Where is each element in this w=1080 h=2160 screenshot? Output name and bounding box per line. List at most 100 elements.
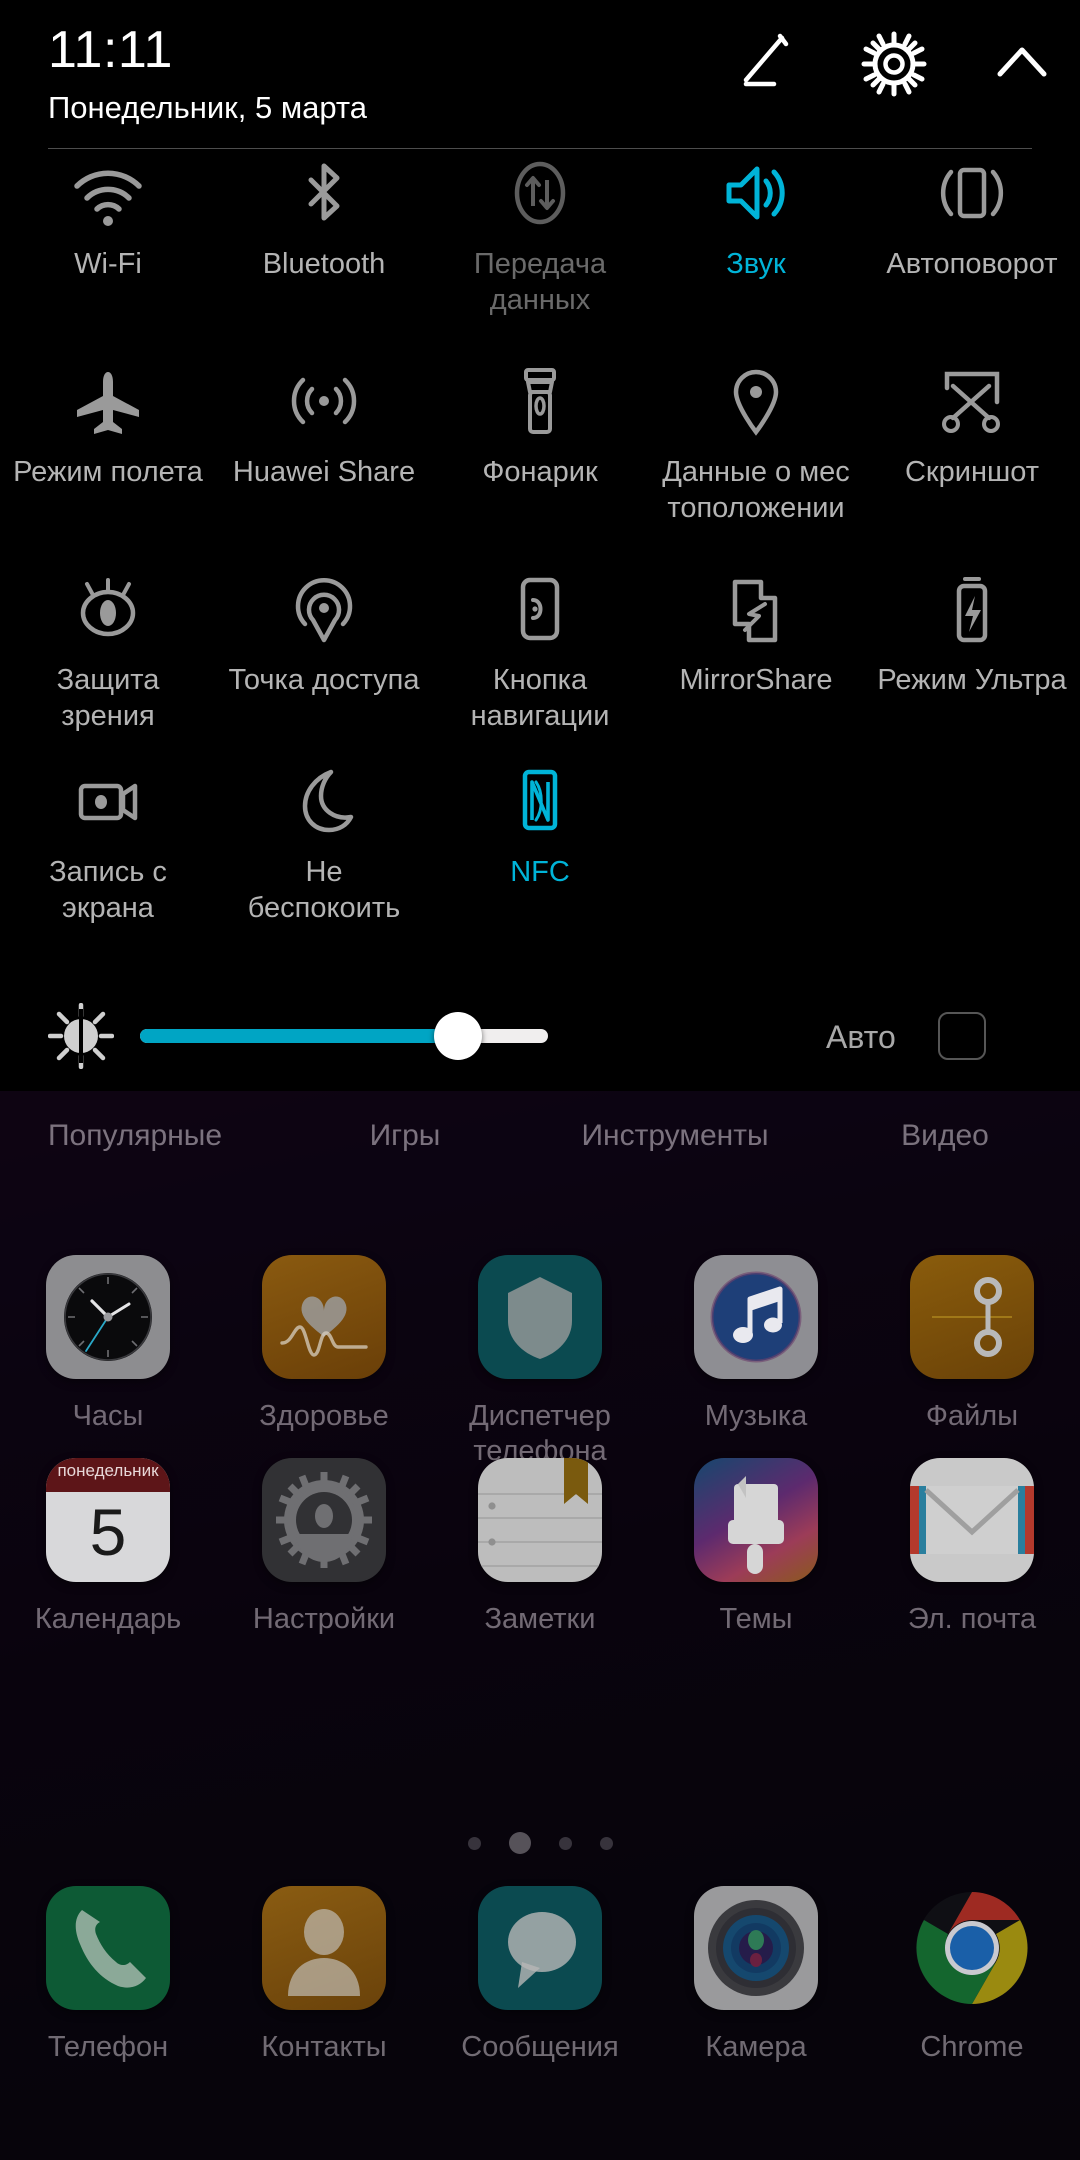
app-label: Контакты <box>261 2031 387 2063</box>
contacts-person-app-icon <box>262 1886 386 2010</box>
brightness-slider-thumb[interactable] <box>434 1012 483 1060</box>
app-label: Музыка <box>704 1400 808 1432</box>
category-tab-popular[interactable]: Популярные <box>0 1118 270 1198</box>
app-item-themes[interactable]: Темы <box>648 1458 864 1637</box>
app-label: Chrome <box>920 2031 1024 2063</box>
quick-tile-label: Режим полета <box>13 456 203 488</box>
header-divider <box>48 148 1032 149</box>
page-dot[interactable] <box>467 1836 481 1850</box>
quick-tile-bluetooth[interactable]: Bluetooth <box>216 152 432 360</box>
dock-item-messages[interactable]: Сообщения <box>432 1886 648 2065</box>
app-grid-row-1: Часы Здоровье Диспетчер телефона Музыка … <box>0 1255 1080 1469</box>
quick-tile-do-not-disturb[interactable]: Не беспокоить <box>216 760 432 952</box>
app-label: Календарь <box>34 1603 182 1635</box>
auto-brightness-label: Авто <box>826 1019 896 1055</box>
quick-tile-eye-comfort[interactable]: Защита зрения <box>0 568 216 760</box>
quick-tile-wifi[interactable]: Wi-Fi <box>0 152 216 360</box>
auto-brightness-checkbox[interactable] <box>938 1012 986 1060</box>
app-label: Камера <box>705 2031 807 2063</box>
app-item-clock[interactable]: Часы <box>0 1255 216 1469</box>
quick-tiles-grid: Wi-Fi Bluetooth Передача данных Звук Авт… <box>0 152 1080 952</box>
eye-comfort-icon <box>65 568 151 654</box>
app-label: Эл. почта <box>907 1603 1037 1635</box>
quick-tile-label: Автоповорот <box>886 248 1058 280</box>
app-item-health[interactable]: Здоровье <box>216 1255 432 1469</box>
phone-handset-app-icon <box>46 1886 170 2010</box>
nfc-icon <box>497 760 583 846</box>
notes-app-icon <box>478 1458 602 1582</box>
quick-tile-auto-rotate[interactable]: Автоповорот <box>864 152 1080 360</box>
quick-tile-empty-slot <box>864 760 1080 952</box>
quick-tile-label: Передача данных <box>473 248 607 316</box>
quick-tile-label: Точка доступа <box>228 664 420 696</box>
app-item-phone-manager[interactable]: Диспетчер телефона <box>432 1255 648 1469</box>
app-item-settings[interactable]: Настройки <box>216 1458 432 1637</box>
app-item-email[interactable]: Эл. почта <box>864 1458 1080 1637</box>
location-pin-icon <box>713 360 799 446</box>
quick-tiles-row-3: Защита зрения Точка доступа Кнопка навиг… <box>0 568 1080 760</box>
screen-record-icon <box>65 760 151 846</box>
dock: Телефон Контакты Сообщения Камера Chrome <box>0 1886 1080 2065</box>
category-tab-tools[interactable]: Инструменты <box>540 1118 810 1198</box>
page-dot[interactable] <box>599 1836 613 1850</box>
nav-button-icon <box>497 568 583 654</box>
quick-tile-nav-button[interactable]: Кнопка навигации <box>432 568 648 760</box>
quick-tile-label: Не беспокоить <box>247 856 401 924</box>
quick-tile-label: MirrorShare <box>679 664 833 696</box>
quick-tile-label: Звук <box>726 248 786 280</box>
quick-tile-hotspot[interactable]: Точка доступа <box>216 568 432 760</box>
shade-header: 11:11 Понедельник, 5 марта <box>0 0 1080 150</box>
status-date: Понедельник, 5 марта <box>48 90 368 125</box>
quick-tile-label: Защита зрения <box>56 664 160 732</box>
quick-tile-mirrorshare[interactable]: MirrorShare <box>648 568 864 760</box>
category-tab-games[interactable]: Игры <box>270 1118 540 1198</box>
page-dot-active[interactable] <box>508 1832 531 1854</box>
quick-tile-mobile-data[interactable]: Передача данных <box>432 152 648 360</box>
brightness-slider-fill <box>140 1029 459 1043</box>
music-note-app-icon <box>694 1255 818 1379</box>
quick-tile-flashlight[interactable]: Фонарик <box>432 360 648 568</box>
camera-lens-app-icon <box>694 1886 818 2010</box>
app-item-files[interactable]: Файлы <box>864 1255 1080 1469</box>
quick-tile-label: Данные о мес тоположении <box>662 456 850 524</box>
empty-slot-icon <box>929 760 1015 846</box>
messages-bubble-app-icon <box>478 1886 602 2010</box>
chrome-browser-app-icon <box>910 1886 1034 2010</box>
quick-tile-ultra-mode[interactable]: Режим Ультра <box>864 568 1080 760</box>
app-label: Здоровье <box>259 1400 389 1432</box>
dock-item-phone[interactable]: Телефон <box>0 1886 216 2065</box>
dock-item-camera[interactable]: Камера <box>648 1886 864 2065</box>
app-label: Темы <box>719 1603 793 1635</box>
calendar-app-icon: понедельник 5 <box>46 1458 170 1582</box>
gear-icon[interactable] <box>858 28 930 100</box>
quick-tile-label: Кнопка навигации <box>470 664 610 732</box>
dock-item-chrome[interactable]: Chrome <box>864 1886 1080 2065</box>
app-item-notes[interactable]: Заметки <box>432 1458 648 1637</box>
quick-tile-label: Bluetooth <box>262 248 386 280</box>
category-tab-video[interactable]: Видео <box>810 1118 1080 1198</box>
page-indicator[interactable] <box>0 1832 1080 1854</box>
quick-tile-huawei-share[interactable]: Huawei Share <box>216 360 432 568</box>
quick-tile-screen-record[interactable]: Запись с экрана <box>0 760 216 952</box>
quick-tile-empty-slot <box>648 760 864 952</box>
auto-rotate-icon <box>929 152 1015 238</box>
airplane-icon <box>65 360 151 446</box>
chevron-up-icon[interactable] <box>986 28 1058 100</box>
category-row: Популярные Игры Инструменты Видео <box>0 1118 1080 1198</box>
quick-tile-screenshot[interactable]: Скриншот <box>864 360 1080 568</box>
app-item-music[interactable]: Музыка <box>648 1255 864 1469</box>
brightness-slider-track[interactable] <box>140 1029 548 1043</box>
health-heart-app-icon <box>262 1255 386 1379</box>
quick-tile-location[interactable]: Данные о мес тоположении <box>648 360 864 568</box>
huawei-share-icon <box>281 360 367 446</box>
app-item-calendar[interactable]: понедельник 5 Календарь <box>0 1458 216 1637</box>
quick-tile-sound[interactable]: Звук <box>648 152 864 360</box>
dock-item-contacts[interactable]: Контакты <box>216 1886 432 2065</box>
quick-tile-airplane-mode[interactable]: Режим полета <box>0 360 216 568</box>
calendar-day-name: понедельник <box>57 1461 159 1480</box>
quick-tile-nfc[interactable]: NFC <box>432 760 648 952</box>
app-grid-row-2: понедельник 5 Календарь Настройки Заметк… <box>0 1458 1080 1637</box>
quick-tiles-row-1: Wi-Fi Bluetooth Передача данных Звук Авт… <box>0 152 1080 360</box>
page-dot[interactable] <box>558 1836 572 1850</box>
pencil-edit-icon[interactable] <box>728 28 800 100</box>
